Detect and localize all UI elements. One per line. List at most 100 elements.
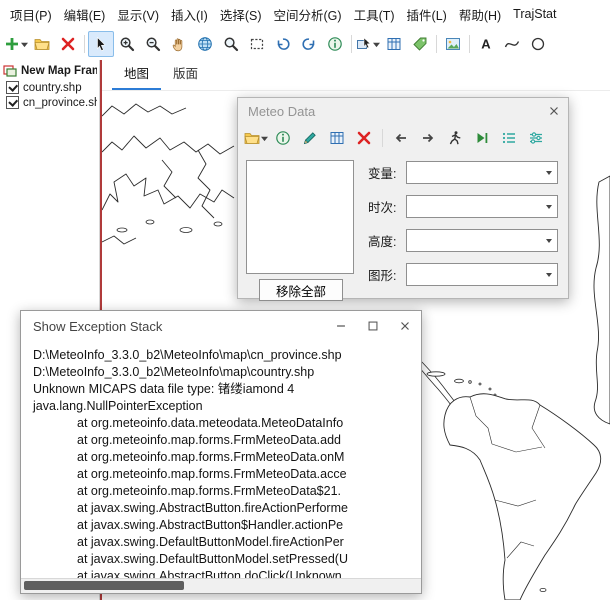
variable-combobox[interactable] (406, 161, 558, 184)
map-frame-node[interactable]: New Map Frame (0, 62, 99, 80)
meteo-toolbar (238, 124, 568, 152)
map-frame-icon (2, 63, 18, 79)
folder-icon (244, 130, 260, 146)
ellipse-tool-button[interactable] (525, 31, 551, 57)
menu-item[interactable]: 工具(T) (348, 1, 401, 28)
svg-text:A: A (481, 37, 491, 52)
curve-tool-button[interactable] (499, 31, 525, 57)
meteoinfo-window: 项目(P)编辑(E)显示(V)插入(I)选择(S)空间分析(G)工具(T)插件(… (0, 0, 610, 600)
select-feature-button[interactable] (355, 31, 381, 57)
playstep-icon (474, 130, 490, 146)
stack-line: java.lang.NullPointerException (33, 398, 421, 415)
scrollbar-thumb[interactable] (24, 581, 184, 590)
remove-all-button[interactable]: 移除全部 (259, 279, 343, 301)
next-time-button[interactable] (416, 126, 440, 150)
list-icon (501, 130, 517, 146)
layer-item[interactable]: cn_province.shp (0, 95, 99, 110)
zoomin-icon (119, 36, 135, 52)
level-combobox[interactable] (406, 229, 558, 252)
open-project-button[interactable] (29, 31, 55, 57)
select-by-rectangle-button[interactable] (244, 31, 270, 57)
open-data-button[interactable] (244, 126, 268, 150)
info-icon (327, 36, 343, 52)
text-tool-button[interactable]: A (473, 31, 499, 57)
plus-icon (4, 36, 20, 52)
menu-item[interactable]: 编辑(E) (58, 1, 112, 28)
meteo-dialog-titlebar[interactable]: Meteo Data (238, 98, 568, 124)
data-info-button[interactable] (271, 126, 295, 150)
xred-icon (60, 36, 76, 52)
combo-dropdown-button[interactable] (540, 230, 557, 251)
caret-icon (373, 41, 380, 48)
field-row-variable: 变量: (368, 161, 558, 184)
remove-data-button[interactable] (352, 126, 376, 150)
draw-data-button[interactable] (298, 126, 322, 150)
new-project-button[interactable] (3, 31, 29, 57)
close-button[interactable] (389, 311, 421, 341)
measurement-button[interactable] (381, 31, 407, 57)
menu-item[interactable]: 插件(L) (401, 1, 453, 28)
menu-item[interactable]: 插入(I) (165, 1, 214, 28)
zoom-in-button[interactable] (114, 31, 140, 57)
select-tool-button[interactable] (88, 31, 114, 57)
menu-item[interactable]: 显示(V) (111, 1, 165, 28)
minimize-button[interactable] (325, 311, 357, 341)
meteo-close-button[interactable] (540, 98, 568, 124)
run-button[interactable] (470, 126, 494, 150)
menu-item[interactable]: 空间分析(G) (268, 1, 348, 28)
caret-icon (21, 41, 28, 48)
animation-button[interactable] (443, 126, 467, 150)
stack-line: at org.meteoinfo.map.forms.FrmMeteoData$… (33, 483, 421, 500)
identify-button[interactable] (322, 31, 348, 57)
graphic-combobox[interactable] (406, 263, 558, 286)
window-buttons (325, 311, 421, 341)
close-project-button[interactable] (55, 31, 81, 57)
arrowL-icon (393, 130, 409, 146)
toolbar-separator (84, 35, 85, 53)
zoom-to-layer-button[interactable] (218, 31, 244, 57)
label-button[interactable] (407, 31, 433, 57)
layer-item[interactable]: country.shp (0, 80, 99, 95)
zoom-next-button[interactable] (296, 31, 322, 57)
layer-checkbox[interactable] (6, 96, 19, 109)
full-extent-button[interactable] (192, 31, 218, 57)
table-icon (329, 130, 345, 146)
menu-item[interactable]: 帮助(H) (453, 1, 507, 28)
tag-icon (412, 36, 428, 52)
field-label: 变量: (368, 163, 406, 182)
field-row-graphic: 图形: (368, 263, 558, 286)
arrowR-icon (420, 130, 436, 146)
menu-item[interactable]: 选择(S) (214, 1, 268, 28)
stack-line: D:\MeteoInfo_3.3.0_b2\MeteoInfo\map\cn_p… (33, 347, 421, 364)
caret-icon (261, 135, 268, 142)
data-files-list[interactable] (246, 160, 354, 274)
time-combobox[interactable] (406, 195, 558, 218)
settings-button[interactable] (524, 126, 548, 150)
insert-image-button[interactable] (440, 31, 466, 57)
combo-dropdown-button[interactable] (540, 162, 557, 183)
image-icon (445, 36, 461, 52)
menu-item[interactable]: 项目(P) (4, 1, 58, 28)
curve-icon (504, 36, 520, 52)
tab-layout[interactable]: 版面 (161, 58, 210, 90)
horizontal-scrollbar[interactable] (21, 578, 421, 593)
tab-map[interactable]: 地图 (112, 58, 161, 90)
pan-button[interactable] (166, 31, 192, 57)
maximize-button[interactable] (357, 311, 389, 341)
combo-dropdown-button[interactable] (540, 264, 557, 285)
layer-checkbox[interactable] (6, 81, 19, 94)
field-label: 高度: (368, 231, 406, 250)
combo-dropdown-button[interactable] (540, 196, 557, 217)
data-table-button[interactable] (325, 126, 349, 150)
previous-time-button[interactable] (389, 126, 413, 150)
toolbar-separator (469, 35, 470, 53)
circle-icon (530, 36, 546, 52)
data-list-button[interactable] (497, 126, 521, 150)
exception-dialog-titlebar[interactable]: Show Exception Stack (21, 311, 421, 341)
pencil-icon (302, 130, 318, 146)
minimize-icon (334, 319, 348, 333)
menu-item[interactable]: TrajStat (507, 3, 562, 25)
main-toolbar: A (0, 28, 610, 61)
zoom-previous-button[interactable] (270, 31, 296, 57)
zoom-out-button[interactable] (140, 31, 166, 57)
